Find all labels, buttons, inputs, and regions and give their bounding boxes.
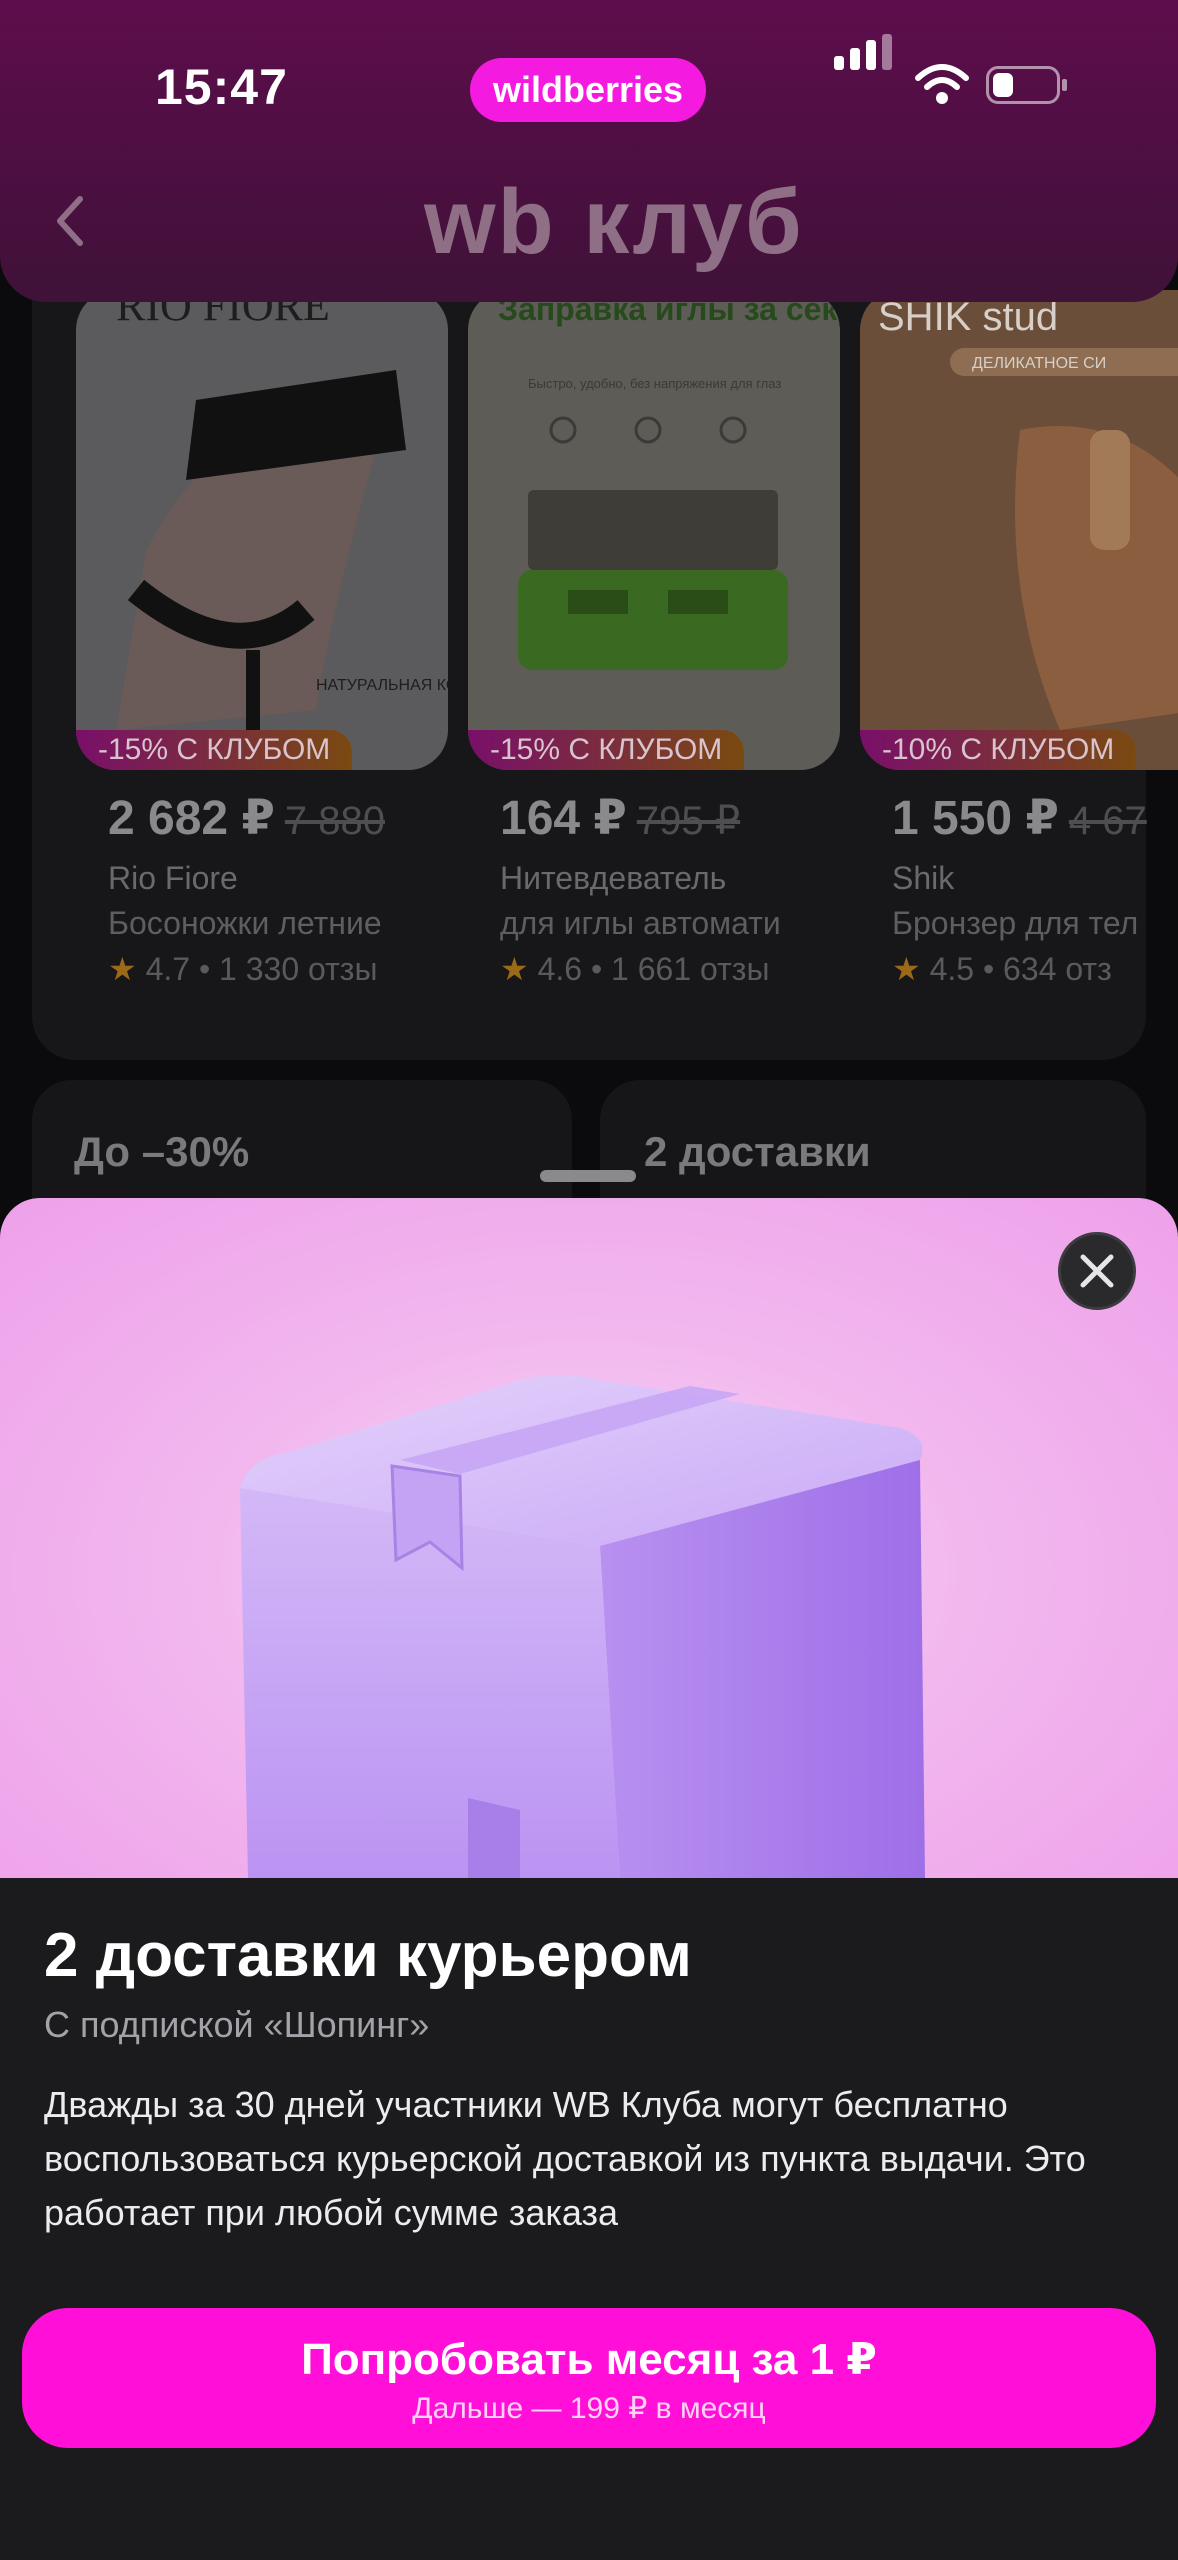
product-price: 2 682 ₽7 880: [108, 792, 385, 845]
star-icon: ★: [892, 951, 921, 987]
club-discount-badge: -15% С КЛУБОМ: [76, 730, 353, 770]
wifi-icon: [915, 64, 969, 104]
product-name: для иглы автомати: [500, 905, 781, 941]
product-brand: Нитевдеватель: [500, 860, 727, 896]
product-rating: ★ 4.7 • 1 330 отзы: [108, 951, 378, 987]
sheet-subtitle: С подпиской «Шопинг»: [44, 2004, 430, 2045]
status-icons: [834, 34, 1074, 112]
parcel-box-illustration: [240, 1375, 925, 1878]
sheet-description: Дважды за 30 дней участники WB Клуба мог…: [44, 2084, 1086, 2233]
product-name: Бронзер для тел: [892, 905, 1139, 941]
app-header: 15:47 wildberries wb клуб: [0, 0, 1178, 302]
close-button[interactable]: [1058, 1232, 1136, 1310]
product-info: 164 ₽795 ₽ Нитевдеватель для иглы автома…: [500, 790, 860, 988]
star-icon: ★: [500, 951, 529, 987]
svg-text:Быстро, удобно, без напряжения: Быстро, удобно, без напряжения для глаз: [528, 376, 781, 391]
product-brand: Rio Fiore: [108, 860, 238, 896]
close-icon: [1080, 1254, 1114, 1288]
delivery-bottom-sheet: 2 доставки курьером С подпиской «Шопинг»…: [0, 1198, 1178, 2560]
cta-label: Попробовать месяц за 1 ₽: [301, 2335, 877, 2384]
status-time: 15:47: [155, 59, 288, 115]
product-info: 2 682 ₽7 880 Rio Fiore Босоножки летние …: [108, 790, 468, 988]
try-month-button[interactable]: Попробовать месяц за 1 ₽ Дальше — 199 ₽ …: [22, 2308, 1156, 2448]
product-price: 164 ₽795 ₽: [500, 792, 741, 845]
svg-text:ДЕЛИКАТНОЕ СИ: ДЕЛИКАТНОЕ СИ: [972, 355, 1106, 372]
sheet-title: 2 доставки курьером: [44, 1921, 692, 1990]
battery-icon: [986, 66, 1067, 104]
benefit-card-title: 2 доставки: [644, 1128, 871, 1175]
club-discount-badge: -10% С КЛУБОМ: [860, 730, 1137, 770]
cta-sublabel: Дальше — 199 ₽ в месяц: [412, 2392, 766, 2425]
product-rating: ★ 4.6 • 1 661 отзы: [500, 951, 770, 987]
svg-text:НАТУРАЛЬНАЯ КОЖА: НАТУРАЛЬНАЯ КОЖА: [316, 677, 448, 694]
product-card-image[interactable]: Заправка иглы за секунды Быстро, удобно,…: [468, 290, 840, 770]
wb-club-logo: wb клуб: [424, 171, 804, 273]
product-info: 1 550 ₽4 67 Shik Бронзер для тел ★ 4.5 •…: [892, 790, 1152, 988]
product-card-image[interactable]: RIO FIORE НАТУРАЛЬНАЯ КОЖА -15% С КЛУБОМ: [76, 290, 448, 770]
product-price: 1 550 ₽4 67: [892, 792, 1147, 845]
back-chevron-icon[interactable]: [40, 185, 100, 255]
needle-threader-image: Заправка иглы за секунды Быстро, удобно,…: [468, 290, 840, 770]
product-rating: ★ 4.5 • 634 отз: [892, 951, 1112, 987]
benefit-card-title: До –30%: [74, 1128, 250, 1175]
bronzer-image: SHIK stud ДЕЛИКАТНОЕ СИ: [860, 290, 1178, 770]
product-card-image[interactable]: SHIK stud ДЕЛИКАТНОЕ СИ -10% С КЛУБОМ: [860, 290, 1178, 770]
product-name: Босоножки летние: [108, 905, 382, 941]
sheet-grabber-handle[interactable]: [540, 1170, 636, 1182]
sandal-image: RIO FIORE НАТУРАЛЬНАЯ КОЖА: [76, 290, 448, 770]
product-brand: Shik: [892, 860, 955, 896]
wildberries-pill[interactable]: wildberries: [470, 58, 706, 122]
sheet-hero: [0, 1198, 1178, 1878]
club-discount-badge: -15% С КЛУБОМ: [468, 730, 745, 770]
star-icon: ★: [108, 951, 137, 987]
